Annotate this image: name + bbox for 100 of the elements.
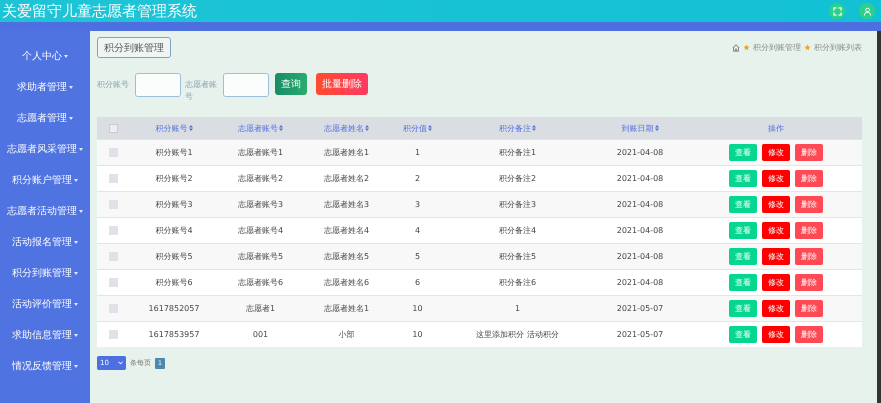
delete-button[interactable]: 删除 xyxy=(795,170,823,187)
caret-icon xyxy=(74,364,78,368)
table-cell: 志愿者姓名1 xyxy=(303,139,390,165)
table-cell: 10 xyxy=(390,295,445,321)
filter-input[interactable] xyxy=(135,73,181,97)
sidebar-item[interactable]: 求助者管理 xyxy=(17,78,73,96)
delete-button[interactable]: 删除 xyxy=(795,196,823,213)
filter-label: 志愿者账号 xyxy=(185,79,218,103)
filter-input[interactable] xyxy=(223,73,269,97)
sidebar-item[interactable]: 积分账户管理 xyxy=(12,171,78,189)
delete-button[interactable]: 删除 xyxy=(795,144,823,161)
caret-icon xyxy=(79,148,83,150)
sort-icon[interactable] xyxy=(532,125,536,131)
table-cell: 5 xyxy=(390,243,445,269)
breadcrumb-link[interactable]: 积分到账管理 xyxy=(753,42,801,53)
table-cell: 积分账号5 xyxy=(130,243,218,269)
table-cell: 志愿者账号3 xyxy=(218,191,303,217)
sidebar-item[interactable]: 志愿者风采管理 xyxy=(7,140,83,158)
user-icon[interactable] xyxy=(859,3,875,19)
caret-icon xyxy=(69,86,73,88)
sort-icon[interactable] xyxy=(279,125,283,131)
row-checkbox[interactable] xyxy=(109,174,118,183)
page-title-button[interactable]: 积分到账管理 xyxy=(97,37,171,58)
sidebar-item[interactable]: 活动报名管理 xyxy=(12,233,78,251)
delete-button[interactable]: 删除 xyxy=(795,326,823,343)
batch-delete-button[interactable]: 批量删除 xyxy=(316,73,368,95)
caret-icon xyxy=(74,272,78,274)
table-cell: 1 xyxy=(445,295,590,321)
table-cell: 志愿者姓名1 xyxy=(303,295,390,321)
view-button[interactable]: 查看 xyxy=(729,222,757,239)
table-cell: 积分账号3 xyxy=(130,191,218,217)
table-cell: 1617852057 xyxy=(130,295,218,321)
column-header: 操作 xyxy=(690,117,862,139)
sort-icon[interactable] xyxy=(188,125,192,131)
sidebar-item[interactable]: 求助信息管理 xyxy=(12,326,78,344)
sort-icon[interactable] xyxy=(365,125,369,131)
caret-icon xyxy=(118,361,123,365)
view-button[interactable]: 查看 xyxy=(729,144,757,161)
table-cell: 2021-04-08 xyxy=(590,191,690,217)
home-icon xyxy=(732,44,740,52)
table-cell: 志愿者账号5 xyxy=(218,243,303,269)
edit-button[interactable]: 修改 xyxy=(762,326,790,343)
view-button[interactable]: 查看 xyxy=(729,170,757,187)
view-button[interactable]: 查看 xyxy=(729,274,757,291)
fullscreen-icon[interactable] xyxy=(829,3,845,19)
delete-button[interactable]: 删除 xyxy=(795,222,823,239)
edit-button[interactable]: 修改 xyxy=(762,248,790,265)
breadcrumb-link[interactable]: 积分到账列表 xyxy=(814,42,862,53)
row-checkbox[interactable] xyxy=(109,148,118,157)
sort-icon[interactable] xyxy=(654,125,658,131)
edit-button[interactable]: 修改 xyxy=(762,300,790,317)
table-cell: 积分账号1 xyxy=(130,139,218,165)
sidebar-item[interactable]: 志愿者活动管理 xyxy=(7,202,83,220)
table-cell: 志愿者姓名5 xyxy=(303,243,390,269)
edit-button[interactable]: 修改 xyxy=(762,170,790,187)
caret-icon xyxy=(74,302,78,306)
caret-icon xyxy=(79,210,83,212)
sidebar-item[interactable]: 志愿者管理 xyxy=(17,109,73,127)
table-cell: 积分备注1 xyxy=(445,139,590,165)
edit-button[interactable]: 修改 xyxy=(762,222,790,239)
caret-icon xyxy=(64,54,68,58)
view-button[interactable]: 查看 xyxy=(729,196,757,213)
row-checkbox[interactable] xyxy=(109,330,118,339)
edit-button[interactable]: 修改 xyxy=(762,196,790,213)
star-icon xyxy=(743,44,750,51)
column-header[interactable]: 到账日期 xyxy=(622,122,654,134)
delete-button[interactable]: 删除 xyxy=(795,274,823,291)
row-checkbox[interactable] xyxy=(109,304,118,313)
row-checkbox[interactable] xyxy=(109,278,118,287)
edit-button[interactable]: 修改 xyxy=(762,144,790,161)
view-button[interactable]: 查看 xyxy=(729,300,757,317)
row-checkbox[interactable] xyxy=(109,252,118,261)
row-checkbox[interactable] xyxy=(109,200,118,209)
table-cell: 2021-04-08 xyxy=(590,139,690,165)
search-button[interactable]: 查询 xyxy=(275,73,307,95)
table-cell: 2021-04-08 xyxy=(590,243,690,269)
table-cell: 积分备注5 xyxy=(445,243,590,269)
table-cell: 志愿者姓名3 xyxy=(303,191,390,217)
caret-icon xyxy=(69,116,73,120)
sidebar-item[interactable]: 活动评价管理 xyxy=(12,295,78,313)
row-checkbox[interactable] xyxy=(109,226,118,235)
edit-button[interactable]: 修改 xyxy=(762,274,790,291)
view-button[interactable]: 查看 xyxy=(729,326,757,343)
star-icon xyxy=(804,44,811,51)
caret-icon xyxy=(74,178,78,182)
select-all-checkbox[interactable] xyxy=(109,124,118,132)
table-cell: 志愿者账号1 xyxy=(218,139,303,165)
table-cell: 志愿者1 xyxy=(218,295,303,321)
sidebar-item[interactable]: 情况反馈管理 xyxy=(12,357,78,375)
column-header[interactable]: 积分账号 xyxy=(156,122,188,134)
delete-button[interactable]: 删除 xyxy=(795,248,823,265)
view-button[interactable]: 查看 xyxy=(729,248,757,265)
table-cell: 1 xyxy=(390,139,445,165)
delete-button[interactable]: 删除 xyxy=(795,300,823,317)
sidebar-item[interactable]: 个人中心 xyxy=(22,47,68,65)
sidebar-item[interactable]: 积分到账管理 xyxy=(12,264,78,282)
table-cell: 2021-05-07 xyxy=(590,295,690,321)
caret-icon xyxy=(74,334,78,336)
sort-icon[interactable] xyxy=(428,125,432,131)
column-header[interactable]: 积分备注 xyxy=(499,122,531,134)
